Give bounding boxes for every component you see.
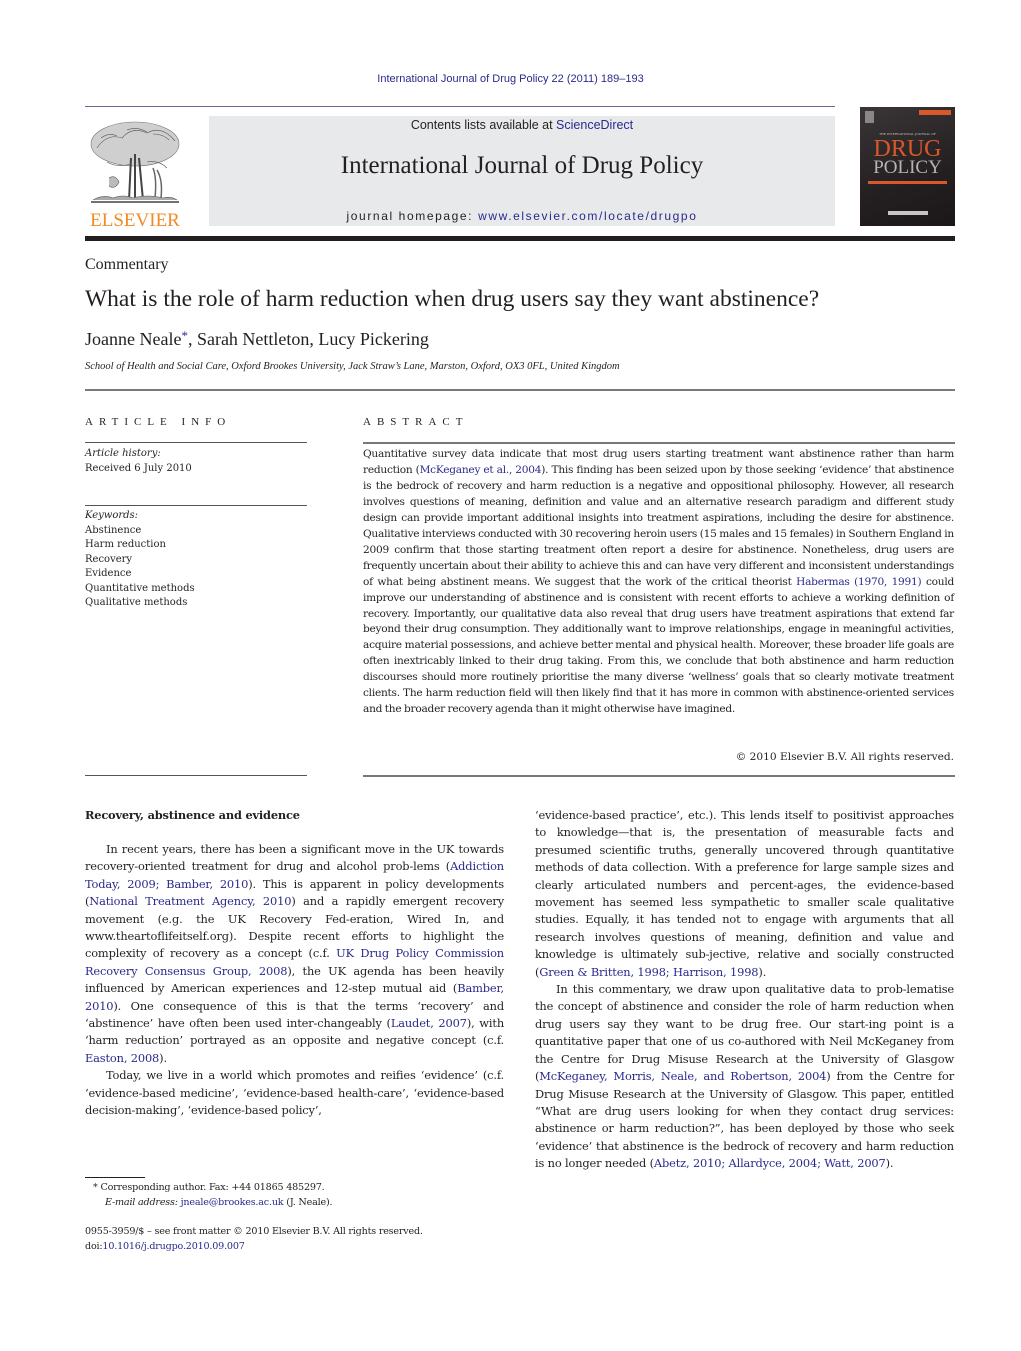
article-info-heading: ARTICLE INFO bbox=[85, 416, 232, 428]
sciencedirect-link[interactable]: ScienceDirect bbox=[556, 118, 633, 132]
citation-link[interactable]: McKeganey, Morris, Neale, and Robertson,… bbox=[539, 1069, 826, 1083]
corresponding-author-footnote: * Corresponding author. Fax: +44 01865 4… bbox=[93, 1181, 333, 1211]
article-type: Commentary bbox=[85, 256, 169, 273]
body-text-run: ). bbox=[159, 1050, 167, 1065]
article-info-rule bbox=[85, 442, 307, 443]
abstract-text-run: could improve our understanding of absti… bbox=[363, 575, 954, 716]
author-name[interactable]: Joanne Neale bbox=[85, 329, 181, 349]
body-text-run: In this commentary, we draw upon qualita… bbox=[535, 982, 954, 1084]
body-text-run: ) from the Centre for Drug Misuse Resear… bbox=[535, 1069, 954, 1171]
cover-footer-logo-icon bbox=[888, 211, 928, 215]
elsevier-logo[interactable]: ELSEVIER bbox=[85, 118, 185, 231]
section-heading: Recovery, abstinence and evidence bbox=[85, 808, 300, 822]
keywords-rule bbox=[85, 505, 307, 506]
top-rule bbox=[85, 106, 835, 107]
doi-line: doi:10.1016/j.drugpo.2010.09.007 bbox=[85, 1240, 423, 1255]
keyword: Quantitative methods bbox=[85, 582, 195, 594]
cover-title-policy: POLICY bbox=[873, 157, 942, 178]
homepage-line: journal homepage: www.elsevier.com/locat… bbox=[209, 209, 835, 223]
article-history-label: Article history: bbox=[85, 448, 161, 459]
author-name[interactable]: Lucy Pickering bbox=[318, 329, 428, 349]
journal-masthead: Contents lists available at ScienceDirec… bbox=[209, 116, 835, 226]
abstract-text-run: ). This finding has been seized upon by … bbox=[363, 463, 955, 588]
journal-cover-image[interactable]: THE INTERNATIONAL JOURNAL OF DRUG POLICY bbox=[860, 107, 955, 226]
homepage-prefix: journal homepage: bbox=[346, 209, 479, 223]
article-history: Article history: Received 6 July 2010 bbox=[85, 447, 192, 476]
keyword: Evidence bbox=[85, 568, 132, 579]
citation-link[interactable]: Green & Britten, 1998; Harrison, 1998 bbox=[539, 965, 758, 979]
keyword: Abstinence bbox=[85, 524, 142, 536]
citation-link[interactable]: McKeganey et al., 2004 bbox=[420, 464, 542, 476]
body-text-run: ‘evidence-based practice’, etc.). This l… bbox=[535, 808, 954, 979]
title-divider bbox=[85, 389, 955, 391]
body-text-run: ). bbox=[885, 1156, 894, 1171]
elsevier-wordmark: ELSEVIER bbox=[90, 210, 180, 231]
cover-band bbox=[868, 181, 947, 184]
affiliation: School of Health and Social Care, Oxford… bbox=[85, 361, 620, 372]
abstract-rule bbox=[363, 442, 955, 444]
body-text-run: ). bbox=[758, 964, 767, 979]
contents-prefix: Contents lists available at bbox=[410, 118, 557, 132]
keywords-block: Keywords: Abstinence Harm reduction Reco… bbox=[85, 509, 195, 611]
corresponding-author-note: * Corresponding author. Fax: +44 01865 4… bbox=[93, 1182, 325, 1193]
author-list: Joanne Neale*, Sarah Nettleton, Lucy Pic… bbox=[85, 328, 429, 350]
keyword: Qualitative methods bbox=[85, 597, 188, 608]
abstract-bottom-rule bbox=[363, 775, 955, 777]
front-matter-note: 0955-3959/$ – see front matter © 2010 El… bbox=[85, 1226, 423, 1237]
front-matter-block: 0955-3959/$ – see front matter © 2010 El… bbox=[85, 1225, 423, 1254]
header-divider bbox=[85, 236, 955, 241]
author-name[interactable]: Sarah Nettleton bbox=[197, 329, 309, 349]
body-text-run: Today, we live in a world which promotes… bbox=[85, 1068, 504, 1118]
citation-link[interactable]: Laudet, 2007 bbox=[391, 1016, 467, 1030]
abstract-heading: ABSTRACT bbox=[363, 416, 469, 428]
citation-link[interactable]: Easton, 2008 bbox=[85, 1051, 159, 1065]
contents-line: Contents lists available at ScienceDirec… bbox=[209, 118, 835, 132]
body-paragraph: ‘evidence-based practice’, etc.). This l… bbox=[535, 807, 954, 981]
body-text-run: In recent years, there has been a signif… bbox=[85, 842, 504, 874]
received-date: Received 6 July 2010 bbox=[85, 462, 192, 474]
abstract-copyright: © 2010 Elsevier B.V. All rights reserved… bbox=[735, 751, 954, 763]
footnote-rule bbox=[85, 1177, 145, 1178]
keywords-label: Keywords: bbox=[85, 510, 139, 521]
body-column-left: In recent years, there has been a signif… bbox=[85, 841, 504, 1120]
email-suffix: (J. Neale). bbox=[283, 1196, 333, 1208]
journal-title: International Journal of Drug Policy bbox=[340, 152, 704, 179]
body-paragraph: Today, we live in a world which promotes… bbox=[85, 1067, 504, 1119]
citation-link[interactable]: Abetz, 2010; Allardyce, 2004; Watt, 2007 bbox=[654, 1156, 886, 1170]
elsevier-tree-icon bbox=[90, 121, 180, 203]
citation-link[interactable]: Habermas (1970, 1991) bbox=[796, 576, 922, 588]
article-info-bottom-rule bbox=[85, 775, 307, 776]
body-column-right: ‘evidence-based practice’, etc.). This l… bbox=[535, 807, 954, 1173]
article-title: What is the role of harm reduction when … bbox=[85, 286, 820, 312]
email-line: E-mail address: jneale@brookes.ac.uk (J.… bbox=[93, 1196, 333, 1211]
keyword: Recovery bbox=[85, 553, 133, 565]
doi-link[interactable]: 10.1016/j.drugpo.2010.09.007 bbox=[102, 1241, 244, 1252]
citation-link[interactable]: National Treatment Agency, 2010 bbox=[89, 894, 291, 908]
doi-prefix: doi: bbox=[85, 1240, 103, 1252]
running-head[interactable]: International Journal of Drug Policy 22 … bbox=[0, 73, 1021, 85]
cover-elsevier-emblem-icon bbox=[865, 111, 874, 123]
author-separator: , bbox=[187, 329, 197, 349]
body-paragraph: In this commentary, we draw upon qualita… bbox=[535, 981, 954, 1172]
email-link[interactable]: jneale@brookes.ac.uk bbox=[181, 1197, 284, 1208]
journal-homepage-link[interactable]: www.elsevier.com/locate/drugpo bbox=[478, 209, 697, 223]
abstract-text: Quantitative survey data indicate that m… bbox=[363, 447, 954, 718]
keyword: Harm reduction bbox=[85, 539, 166, 550]
email-label: E-mail address: bbox=[105, 1196, 178, 1208]
cover-top-band bbox=[919, 110, 951, 115]
body-paragraph: In recent years, there has been a signif… bbox=[85, 841, 504, 1067]
